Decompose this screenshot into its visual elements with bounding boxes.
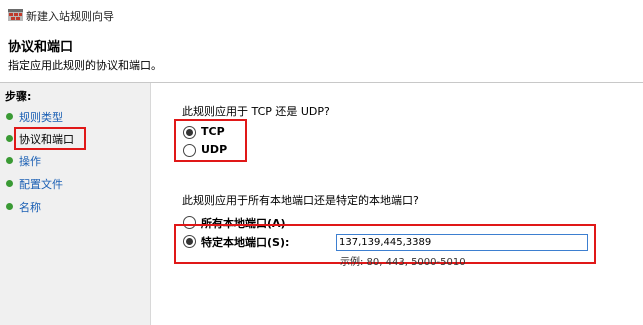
- step-label: 规则类型: [19, 111, 63, 124]
- highlight-box-current-step: [14, 127, 86, 150]
- udp-radio[interactable]: [183, 144, 196, 157]
- step-bullet-icon: [6, 157, 13, 164]
- step-label: 操作: [19, 155, 41, 168]
- step-bullet-icon: [6, 180, 13, 187]
- firewall-wizard-icon: [8, 9, 23, 21]
- ports-example-text: 示例: 80, 443, 5000-5010: [340, 257, 466, 268]
- ports-input[interactable]: [336, 234, 588, 251]
- steps-title: 步骤:: [5, 90, 32, 103]
- step-bullet-icon: [6, 113, 13, 120]
- step-action[interactable]: 操作: [6, 152, 146, 170]
- page-title: 协议和端口: [8, 40, 74, 55]
- step-label: 配置文件: [19, 178, 63, 191]
- wizard-header: 协议和端口 指定应用此规则的协议和端口。: [0, 28, 643, 82]
- window-title: 新建入站规则向导: [26, 10, 114, 23]
- main-content: 此规则应用于 TCP 还是 UDP? TCP UDP 此规则应用于所有本地端口还…: [151, 83, 643, 325]
- specific-ports-label[interactable]: 特定本地端口(S):: [201, 234, 289, 250]
- udp-label[interactable]: UDP: [201, 143, 227, 156]
- protocol-question: 此规则应用于 TCP 还是 UDP?: [182, 105, 330, 118]
- tcp-label[interactable]: TCP: [201, 125, 225, 138]
- step-name[interactable]: 名称: [6, 198, 146, 216]
- step-label: 名称: [19, 201, 41, 214]
- ports-question: 此规则应用于所有本地端口还是特定的本地端口?: [182, 194, 419, 207]
- title-bar: 新建入站规则向导: [0, 0, 643, 28]
- step-rule-type[interactable]: 规则类型: [6, 108, 146, 126]
- specific-ports-radio[interactable]: [183, 235, 196, 248]
- step-profile[interactable]: 配置文件: [6, 175, 146, 193]
- tcp-radio[interactable]: [183, 126, 196, 139]
- step-bullet-icon: [6, 135, 13, 142]
- page-description: 指定应用此规则的协议和端口。: [8, 59, 162, 72]
- step-bullet-icon: [6, 203, 13, 210]
- steps-sidebar: 步骤: 规则类型 协议和端口 操作 配置文件 名称: [0, 83, 150, 325]
